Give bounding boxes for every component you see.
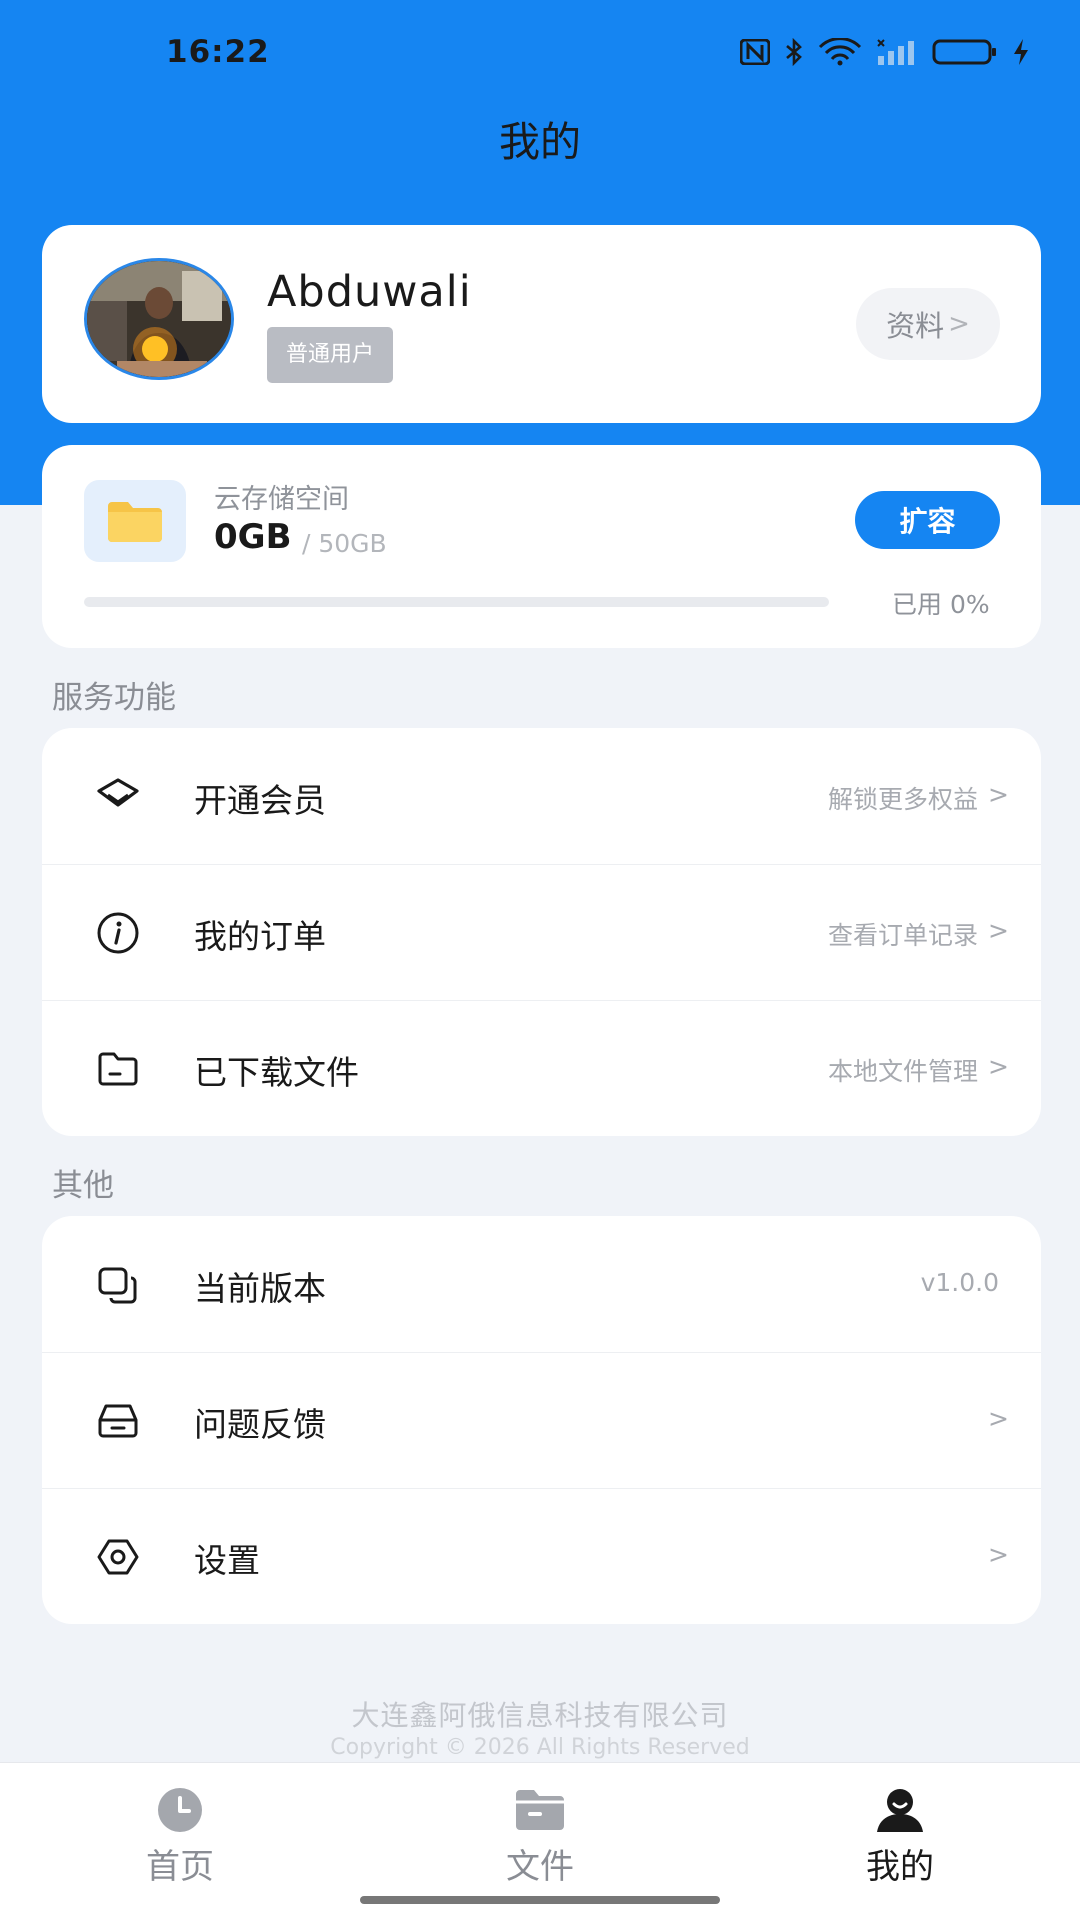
list-item-feedback[interactable]: 问题反馈 >	[42, 1352, 1041, 1489]
chevron-right-icon: >	[988, 916, 1009, 945]
tab-label: 首页	[146, 1847, 214, 1887]
signal-icon	[877, 39, 914, 65]
diamond-icon	[97, 778, 139, 807]
inbox-icon	[98, 1404, 138, 1438]
footer-copyright: Copyright © 2026 All Rights Reserved	[330, 1735, 750, 1760]
home-indicator[interactable]	[360, 1896, 720, 1904]
list-item-hint: 解锁更多权益	[827, 785, 978, 814]
page-title: 我的	[499, 118, 581, 166]
charging-icon	[1014, 39, 1028, 65]
tab-files[interactable]: 文件	[440, 1777, 640, 1887]
profile-button-label: 资料	[886, 309, 945, 343]
list-item-label: 当前版本	[194, 1269, 326, 1308]
others-section-title: 其他	[52, 1168, 114, 1204]
list-item-hint: 本地文件管理	[827, 1057, 978, 1086]
chevron-right-icon: >	[948, 309, 970, 339]
version-number: v1.0.0	[920, 1268, 999, 1297]
storage-progress-bar	[84, 597, 829, 607]
list-item-vip[interactable]: 开通会员 解锁更多权益 >	[42, 728, 1041, 865]
status-icons	[740, 38, 1030, 66]
list-item-label: 我的订单	[194, 917, 326, 956]
battery-icon	[932, 39, 996, 65]
storage-card: 云存储空间 0GB / 50GB 扩容 已用 0%	[42, 445, 1041, 648]
folder-icon	[98, 1052, 138, 1086]
username: Abduwali	[267, 267, 472, 317]
avatar[interactable]	[84, 258, 234, 380]
list-item-orders[interactable]: 我的订单 查看订单记录 >	[42, 864, 1041, 1001]
user-level-badge: 普通用户	[267, 327, 394, 383]
services-list: 开通会员 解锁更多权益 > 我的订单 查看订单记录 > 已下载文件 本地文件管理…	[42, 728, 1041, 1136]
storage-total: / 50GB	[302, 529, 387, 558]
nfc-icon	[740, 39, 770, 65]
avatar-photo	[87, 261, 231, 377]
storage-used: 0GB	[214, 517, 292, 557]
list-item-label: 开通会员	[194, 781, 326, 820]
user-icon	[877, 1789, 923, 1832]
settings-icon	[97, 1539, 139, 1575]
tab-label: 文件	[506, 1847, 574, 1887]
list-item-settings[interactable]: 设置 >	[42, 1488, 1041, 1624]
storage-folder-tile	[84, 480, 186, 562]
storage-label: 云存储空间	[214, 484, 349, 515]
tab-home[interactable]: 首页	[80, 1777, 280, 1887]
chevron-right-icon: >	[988, 1404, 1009, 1433]
info-icon	[97, 912, 139, 954]
folder-icon	[108, 502, 162, 542]
list-item-label: 问题反馈	[194, 1405, 326, 1444]
others-list: 当前版本 v1.0.0 问题反馈 > 设置 >	[42, 1216, 1041, 1624]
list-item-label: 设置	[194, 1541, 260, 1580]
tab-mine[interactable]: 我的	[800, 1777, 1000, 1887]
chevron-right-icon: >	[988, 1540, 1009, 1569]
clock-icon	[158, 1788, 202, 1832]
profile-card: Abduwali 普通用户 资料 >	[42, 225, 1041, 423]
services-section-title: 服务功能	[52, 680, 176, 716]
chevron-right-icon: >	[988, 1052, 1009, 1081]
profile-button[interactable]: 资料 >	[856, 288, 1000, 360]
status-bar: 16:22	[0, 0, 1080, 108]
list-item-version[interactable]: 当前版本 v1.0.0	[42, 1216, 1041, 1353]
list-item-downloads[interactable]: 已下载文件 本地文件管理 >	[42, 1000, 1041, 1136]
bluetooth-icon	[786, 38, 802, 66]
status-time: 16:22	[166, 34, 270, 70]
copy-icon	[98, 1267, 137, 1304]
chevron-right-icon: >	[988, 780, 1009, 809]
wifi-icon	[818, 38, 862, 66]
list-item-hint: 查看订单记录	[827, 921, 978, 950]
tab-label: 我的	[866, 1847, 934, 1887]
list-item-label: 已下载文件	[194, 1053, 359, 1092]
expand-storage-button[interactable]: 扩容	[855, 491, 1000, 549]
storage-usage-text: 已用 0%	[892, 590, 990, 619]
footer-company: 大连鑫阿俄信息科技有限公司	[351, 1699, 729, 1732]
folder-icon	[516, 1790, 564, 1830]
